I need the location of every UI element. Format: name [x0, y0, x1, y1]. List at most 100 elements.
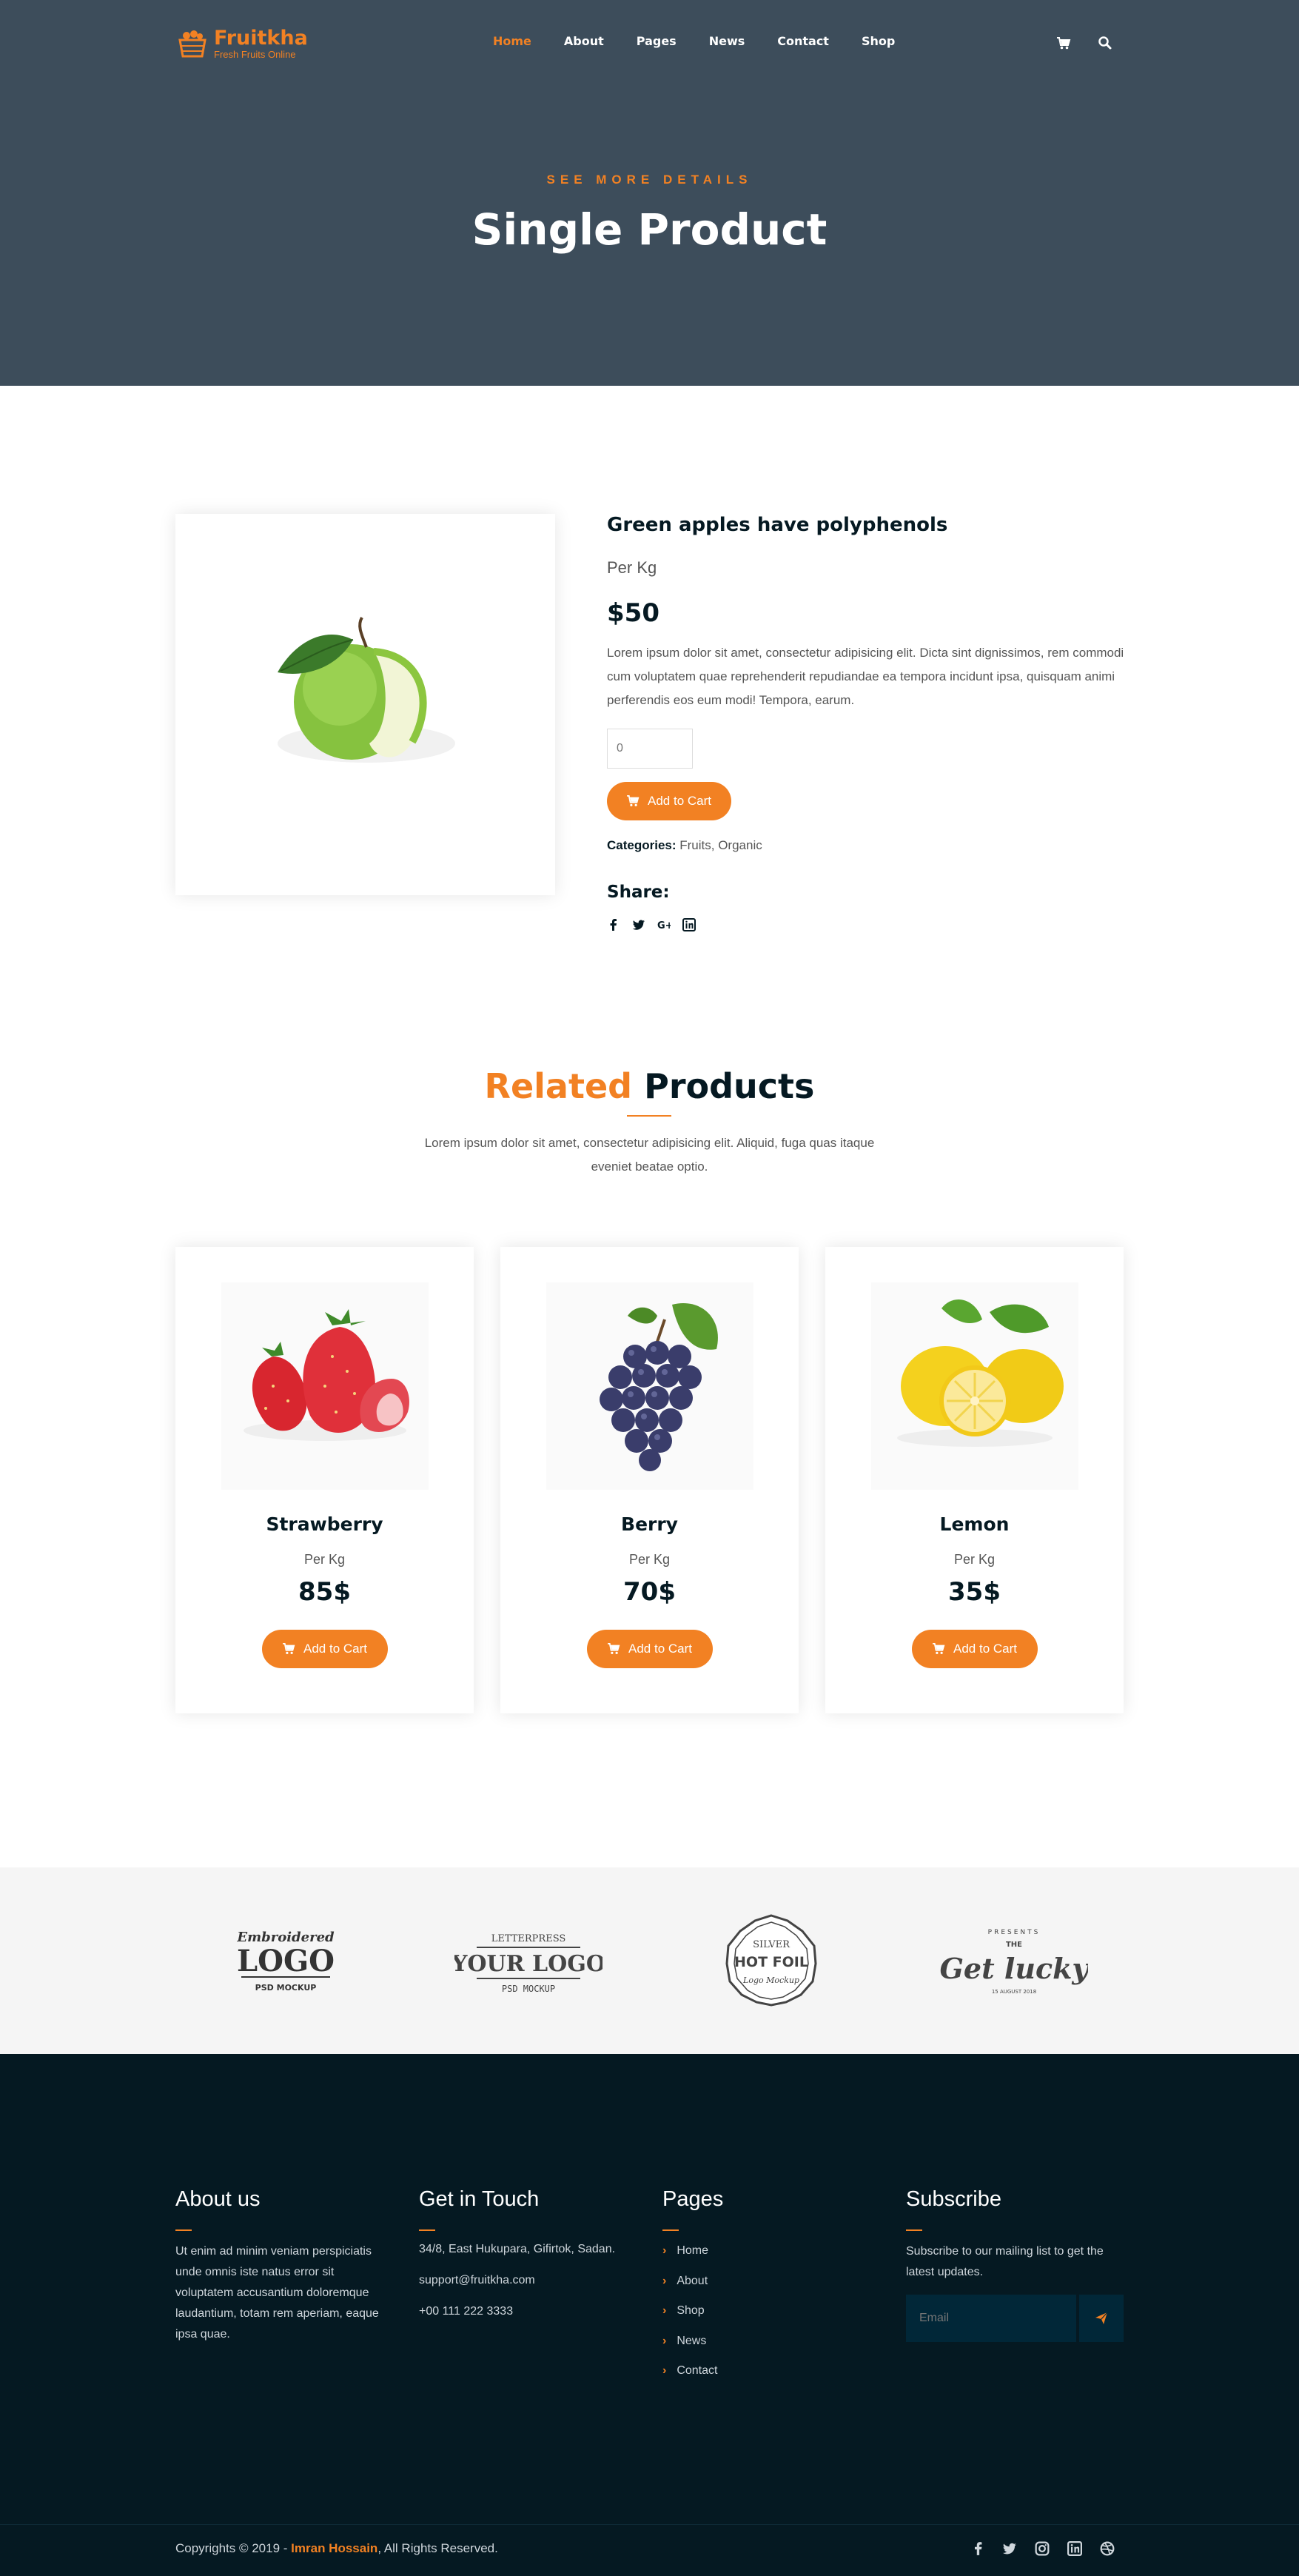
svg-text:SILVER: SILVER	[753, 1939, 791, 1950]
google-plus-icon[interactable]: G+	[657, 918, 674, 931]
strawberry-image	[221, 1282, 429, 1490]
footer-title-underline	[419, 2229, 435, 2231]
lemon-image	[871, 1282, 1078, 1490]
copyright-prefix: Copyrights © 2019 -	[175, 2541, 292, 2555]
instagram-icon[interactable]	[1035, 2541, 1050, 2556]
footer-title-underline	[662, 2229, 679, 2231]
cart-icon	[608, 1643, 620, 1654]
nav-about[interactable]: About	[564, 34, 604, 48]
footer-pages-title: Pages	[662, 2187, 724, 2211]
footer-title-underline	[175, 2229, 192, 2231]
footer-subscribe-text: Subscribe to our mailing list to get the…	[906, 2245, 1104, 2278]
product-card-unit: Per Kg	[953, 1552, 996, 1567]
brand-logo-letterpress: LETTERPRESS YOUR LOGO PSD MOCKUP	[454, 1933, 602, 1994]
hero-title: Single Product	[471, 204, 828, 255]
svg-text:YOUR LOGO: YOUR LOGO	[454, 1951, 602, 1977]
chevron-right-icon: ›	[662, 2244, 667, 2257]
footer-link-label: News	[677, 2334, 707, 2347]
related-description: Lorem ipsum dolor sit amet, consectetur …	[424, 1136, 875, 1174]
product-card-unit: Per Kg	[628, 1552, 671, 1567]
footer-link-about[interactable]: › About	[662, 2275, 855, 2305]
product-card-price: 70$	[623, 1577, 676, 1607]
product-card-name: Berry	[621, 1513, 678, 1535]
categories-value[interactable]: Fruits, Organic	[679, 838, 762, 852]
site-logo[interactable]: Fruitkha Fresh Fruits Online	[175, 27, 308, 61]
site-footer: About us Ut enim ad minim veniam perspic…	[0, 2054, 1299, 2576]
hero-subtitle: SEE MORE DETAILS	[546, 173, 753, 187]
hero-banner: Fruitkha Fresh Fruits Online Home About …	[0, 0, 1299, 386]
product-card-price: 85$	[298, 1577, 351, 1607]
add-to-cart-label: Add to Cart	[628, 1642, 692, 1656]
subscribe-button[interactable]	[1079, 2295, 1124, 2342]
footer-link-label: Shop	[677, 2304, 705, 2317]
nav-contact[interactable]: Contact	[777, 34, 829, 48]
svg-text:PSD MOCKUP: PSD MOCKUP	[502, 1984, 555, 1994]
footer-about-title: About us	[175, 2187, 261, 2211]
green-apple-image	[278, 616, 455, 763]
svg-text:Get lucky: Get lucky	[940, 1952, 1088, 1985]
nav-home[interactable]: Home	[493, 34, 531, 48]
cart-icon[interactable]	[1056, 36, 1071, 50]
add-to-cart-button[interactable]: Add to Cart	[607, 782, 731, 820]
dribbble-icon[interactable]	[1100, 2541, 1115, 2556]
add-to-cart-button[interactable]: Add to Cart	[587, 1630, 713, 1668]
copyright-author-link[interactable]: Imran Hossain	[291, 2541, 377, 2555]
footer-title-underline	[906, 2229, 922, 2231]
footer-link-contact[interactable]: › Contact	[662, 2364, 855, 2395]
add-to-cart-label: Add to Cart	[303, 1642, 367, 1656]
product-card-price: 35$	[948, 1577, 1001, 1607]
footer-contact: Get in Touch 34/8, East Hukupara, Gifirt…	[419, 2187, 641, 2323]
chevron-right-icon: ›	[662, 2274, 667, 2287]
linkedin-icon[interactable]	[1067, 2541, 1082, 2556]
product-card-unit: Per Kg	[303, 1552, 346, 1567]
svg-text:HOT FOIL: HOT FOIL	[734, 1954, 808, 1970]
facebook-icon[interactable]	[971, 2541, 986, 2556]
product-card[interactable]: Berry Per Kg 70$ Add to Cart	[500, 1247, 799, 1713]
copyright-bar: Copyrights © 2019 - Imran Hossain, All R…	[0, 2524, 1299, 2576]
product-unit: Per Kg	[607, 558, 657, 577]
cart-icon	[283, 1643, 295, 1654]
add-to-cart-button[interactable]: Add to Cart	[912, 1630, 1038, 1668]
footer-subscribe: Subscribe Subscribe to our mailing list …	[906, 2187, 1128, 2342]
footer-email[interactable]: support@fruitkha.com	[419, 2269, 641, 2292]
twitter-icon[interactable]	[1002, 2541, 1017, 2556]
chevron-right-icon: ›	[662, 2364, 667, 2377]
nav-shop[interactable]: Shop	[862, 34, 895, 48]
quantity-input[interactable]	[607, 729, 693, 769]
nav-pages[interactable]: Pages	[637, 34, 677, 48]
svg-text:LOGO: LOGO	[237, 1944, 335, 1978]
send-icon	[1095, 2312, 1108, 2324]
product-price: $50	[607, 598, 659, 628]
svg-text:PRESENTS: PRESENTS	[988, 1929, 1041, 1936]
brand-logo-get-lucky: PRESENTS THE Get lucky 15 AUGUST 2018	[940, 1929, 1088, 1995]
footer-about-text: Ut enim ad minim veniam perspiciatis und…	[175, 2245, 379, 2341]
chevron-right-icon: ›	[662, 2304, 667, 2317]
facebook-icon[interactable]	[607, 918, 620, 931]
share-title: Share:	[607, 883, 670, 902]
footer-phone[interactable]: +00 111 222 3333	[419, 2301, 641, 2323]
svg-text:LETTERPRESS: LETTERPRESS	[491, 1933, 566, 1944]
linkedin-icon[interactable]	[682, 918, 696, 931]
footer-link-label: Contact	[677, 2364, 718, 2377]
subscribe-email-input[interactable]	[906, 2295, 1076, 2342]
cart-icon	[933, 1643, 945, 1654]
product-details: Green apples have polyphenols Per Kg $50…	[607, 514, 1125, 931]
nav-news[interactable]: News	[709, 34, 745, 48]
add-to-cart-button[interactable]: Add to Cart	[262, 1630, 388, 1668]
svg-text:Embroidered: Embroidered	[236, 1930, 335, 1945]
logo-title: Fruitkha	[214, 27, 308, 50]
footer-link-news[interactable]: › News	[662, 2335, 855, 2365]
footer-link-shop[interactable]: › Shop	[662, 2304, 855, 2335]
brand-logo-hot-foil: SILVER HOT FOIL Logo Mockup	[725, 1914, 817, 2007]
svg-text:THE: THE	[1006, 1941, 1022, 1949]
footer-pages-list: › Home › About › Shop › News › Contact	[662, 2244, 855, 2395]
product-card[interactable]: Lemon Per Kg 35$ Add to Cart	[825, 1247, 1124, 1713]
footer-pages: Pages › Home › About › Shop › News › Contact	[662, 2187, 855, 2395]
product-card-name: Lemon	[939, 1513, 1010, 1535]
search-icon[interactable]	[1098, 36, 1112, 50]
copyright-text: Copyrights © 2019 - Imran Hossain, All R…	[175, 2525, 498, 2572]
twitter-icon[interactable]	[632, 918, 645, 931]
product-card[interactable]: Strawberry Per Kg 85$ Add to Cart	[175, 1247, 474, 1713]
footer-link-home[interactable]: › Home	[662, 2244, 855, 2275]
footer-contact-title: Get in Touch	[419, 2187, 540, 2211]
